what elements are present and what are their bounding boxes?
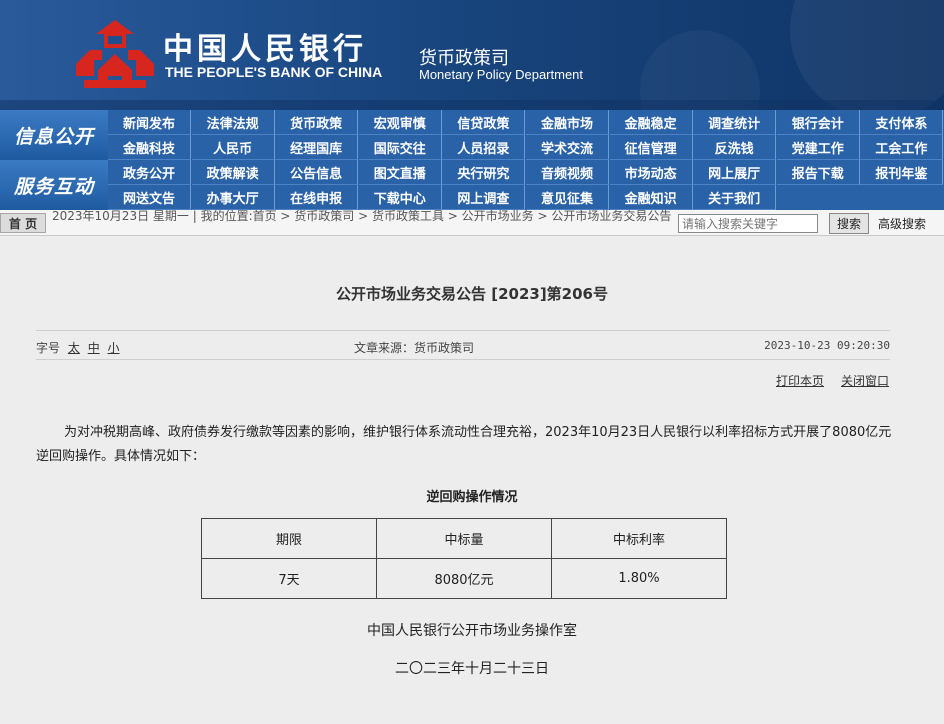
nav-item[interactable]: 公告信息: [275, 160, 359, 185]
nav-item[interactable]: 金融知识: [609, 185, 693, 210]
font-size-control: 字号 太 中 小: [36, 339, 120, 356]
nav-info-public: 信息公开 新闻发布 法律法规 货币政策 宏观审慎 信贷政策 金融市场 金融稳定 调查统计 银行会…: [0, 110, 944, 160]
nav-item[interactable]: 国际交往: [358, 135, 442, 160]
nav-item[interactable]: 政策解读: [191, 160, 275, 185]
nav-item[interactable]: 意见征集: [526, 185, 609, 210]
table-cell-rate: 1.80%: [551, 558, 727, 599]
nav-item[interactable]: 图文直播: [358, 160, 442, 185]
nav-grid-1: 新闻发布 法律法规 货币政策 宏观审慎 信贷政策 金融市场 金融稳定 调查统计 银行会计 支付体系…: [108, 110, 944, 160]
nav-item[interactable]: 市场动态: [609, 160, 693, 185]
nav-service: 服务互动 政务公开 政策解读 公告信息 图文直播 央行研究 音频视频 市场动态 网上展厅 报告下…: [0, 160, 944, 210]
advanced-search-link[interactable]: 高级搜索: [878, 215, 926, 232]
article-meta: 字号 太 中 小 文章来源：货币政策司 2023-10-23 09:20:30: [36, 330, 890, 360]
nav-item[interactable]: 学术交流: [526, 135, 609, 160]
search-input[interactable]: [678, 214, 818, 233]
nav-item[interactable]: 网送文告: [108, 185, 191, 210]
nav-item[interactable]: 经理国库: [275, 135, 359, 160]
pboc-logo-icon: [76, 20, 154, 88]
article-datetime: 2023-10-23 09:20:30: [764, 339, 890, 352]
table-row: 7天 8080亿元 1.80%: [201, 558, 727, 599]
nav-item[interactable]: 支付体系: [860, 110, 944, 135]
nav-section-info-public[interactable]: 信息公开: [0, 110, 108, 160]
breadcrumb-bar: 首 页 2023年10月23日 星期一 | 我的位置:首页 > 货币政策司 > …: [0, 210, 944, 236]
close-window-link[interactable]: 关闭窗口: [841, 372, 889, 389]
nav-item[interactable]: 银行会计: [776, 110, 860, 135]
nav-item[interactable]: 新闻发布: [108, 110, 191, 135]
nav-item[interactable]: 网上展厅: [693, 160, 777, 185]
nav-item[interactable]: 党建工作: [776, 135, 860, 160]
nav-grid-2: 政务公开 政策解读 公告信息 图文直播 央行研究 音频视频 市场动态 网上展厅 报告下载 报刊年鉴…: [108, 160, 944, 210]
nav-item[interactable]: 关于我们: [693, 185, 777, 210]
table-title: 逆回购操作情况: [426, 490, 518, 505]
home-button[interactable]: 首 页: [0, 213, 46, 233]
site-header: 中国人民银行 THE PEOPLE'S BANK OF CHINA 货币政策司 …: [0, 0, 944, 110]
nav-item[interactable]: 金融科技: [108, 135, 191, 160]
article-paragraph: 为对冲税期高峰、政府债券发行缴款等因素的影响，维护银行体系流动性合理充裕，202…: [36, 425, 892, 464]
bank-name-en: THE PEOPLE'S BANK OF CHINA: [165, 64, 383, 80]
nav-item[interactable]: 人民币: [191, 135, 275, 160]
nav-item[interactable]: 调查统计: [693, 110, 777, 135]
bank-name-cn: 中国人民银行: [163, 32, 367, 67]
nav-item[interactable]: 下载中心: [358, 185, 442, 210]
nav-item[interactable]: 信贷政策: [442, 110, 526, 135]
nav-item[interactable]: 法律法规: [191, 110, 275, 135]
nav-section-service[interactable]: 服务互动: [0, 160, 108, 210]
font-size-large[interactable]: 太: [68, 341, 80, 355]
article-source: 文章来源：货币政策司: [354, 341, 475, 355]
font-size-label: 字号: [36, 341, 61, 355]
issue-date: 二〇二三年十月二十三日: [395, 661, 549, 677]
nav-item[interactable]: 报告下载: [776, 160, 860, 185]
nav-item[interactable]: 人员招录: [442, 135, 526, 160]
nav-item[interactable]: 金融市场: [526, 110, 609, 135]
signature: 中国人民银行公开市场业务操作室: [367, 623, 577, 639]
table-cell-term: 7天: [201, 558, 377, 599]
nav-item[interactable]: 工会工作: [860, 135, 944, 160]
nav-item[interactable]: 办事大厅: [191, 185, 275, 210]
article-title: 公开市场业务交易公告 [2023]第206号: [336, 285, 608, 303]
nav-item[interactable]: 网上调查: [442, 185, 526, 210]
nav-item[interactable]: 报刊年鉴: [860, 160, 944, 185]
table-header-cell: 期限: [201, 518, 377, 559]
nav-item[interactable]: 央行研究: [442, 160, 526, 185]
reverse-repo-table: 期限 中标量 中标利率 7天 8080亿元 1.80%: [201, 518, 727, 599]
table-cell-amount: 8080亿元: [376, 558, 552, 599]
nav-item[interactable]: 政务公开: [108, 160, 191, 185]
dept-name-en: Monetary Policy Department: [419, 67, 584, 82]
table-header-cell: 中标利率: [551, 518, 727, 559]
font-size-small[interactable]: 小: [108, 341, 120, 355]
nav-item[interactable]: 征信管理: [609, 135, 693, 160]
search-button[interactable]: 搜索: [829, 213, 869, 234]
font-size-medium[interactable]: 中: [88, 341, 100, 355]
table-header-row: 期限 中标量 中标利率: [201, 518, 727, 559]
nav-item[interactable]: 反洗钱: [693, 135, 777, 160]
nav-item[interactable]: 货币政策: [275, 110, 359, 135]
nav-item[interactable]: 宏观审慎: [358, 110, 442, 135]
print-page-link[interactable]: 打印本页: [776, 372, 824, 389]
breadcrumb: 2023年10月23日 星期一 | 我的位置:首页 > 货币政策司 > 货币政策…: [52, 209, 672, 223]
table-header-cell: 中标量: [376, 518, 552, 559]
nav-item[interactable]: 金融稳定: [609, 110, 693, 135]
nav-item[interactable]: 在线申报: [275, 185, 359, 210]
nav-item[interactable]: 音频视频: [526, 160, 609, 185]
